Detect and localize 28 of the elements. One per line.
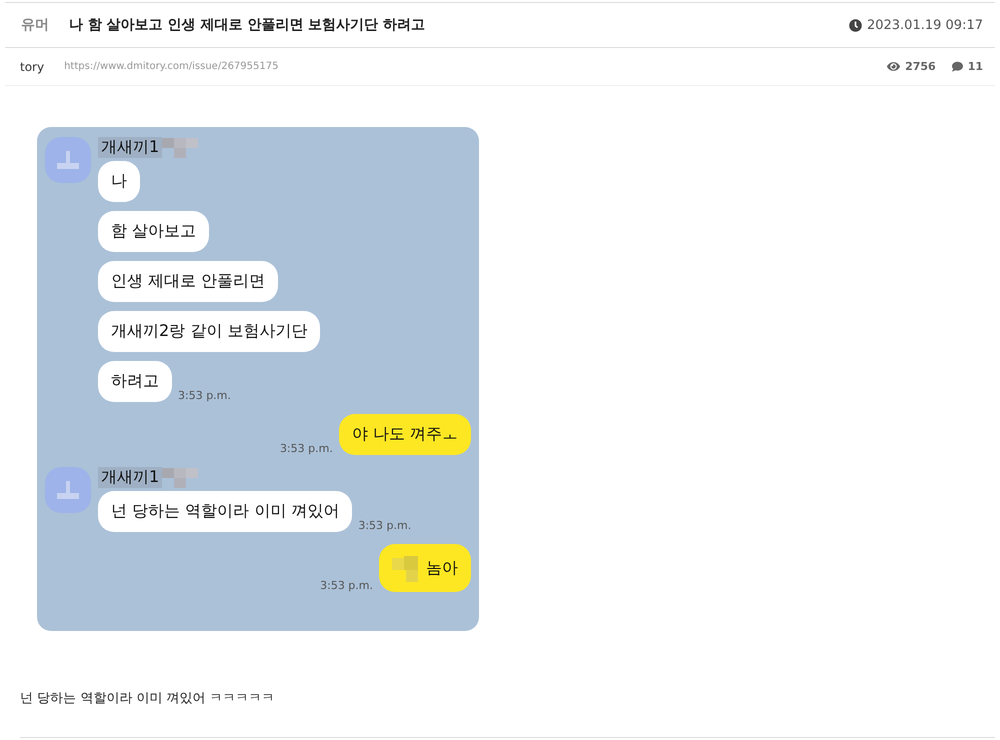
message-bubble: 개새끼2랑 같이 보험사기단 [98, 311, 320, 352]
message-bubble: 나 [98, 161, 140, 202]
comment-count: 11 [968, 60, 983, 73]
message-bubble: 하려고 [98, 361, 172, 402]
mosaic-drawing [162, 138, 198, 158]
post-body: 넌 당하는 역할이라 이미 껴있어 ㅋㅋㅋㅋㅋ [20, 690, 276, 707]
author-name[interactable]: tory [20, 60, 44, 74]
message-bubble: 야 나도 껴주ㅗ [338, 414, 471, 455]
post-date: 2023.01.19 09:17 [866, 18, 983, 32]
message-time: 3:53 p.m. [280, 442, 333, 455]
message-bubble: 넌 당하는 역할이라 이미 껴있어 [98, 491, 352, 532]
mosaic-drawing [162, 468, 198, 488]
clock-icon [848, 18, 862, 32]
message-time: 3:53 p.m. [178, 389, 231, 402]
avatar [45, 467, 91, 513]
message-time: 3:53 p.m. [358, 519, 412, 532]
avatar [45, 137, 91, 183]
category-label: 유머 [21, 16, 49, 34]
message-bubble: 놈아 [379, 544, 471, 592]
message-bubble: 함 살아보고 [98, 211, 210, 252]
view-count: 2756 [905, 60, 936, 73]
message-bubble: 인생 제대로 안풀리면 [98, 261, 278, 302]
sender-name: 개새끼1 [98, 137, 162, 158]
sender-name: 개새끼1 [98, 467, 162, 488]
post-title: 나 함 살아보고 인생 제대로 안풀리면 보험사기단 하려고 [69, 16, 426, 34]
message-time: 3:53 p.m. [320, 579, 373, 592]
eye-icon [887, 60, 900, 73]
comment-icon [952, 61, 963, 72]
